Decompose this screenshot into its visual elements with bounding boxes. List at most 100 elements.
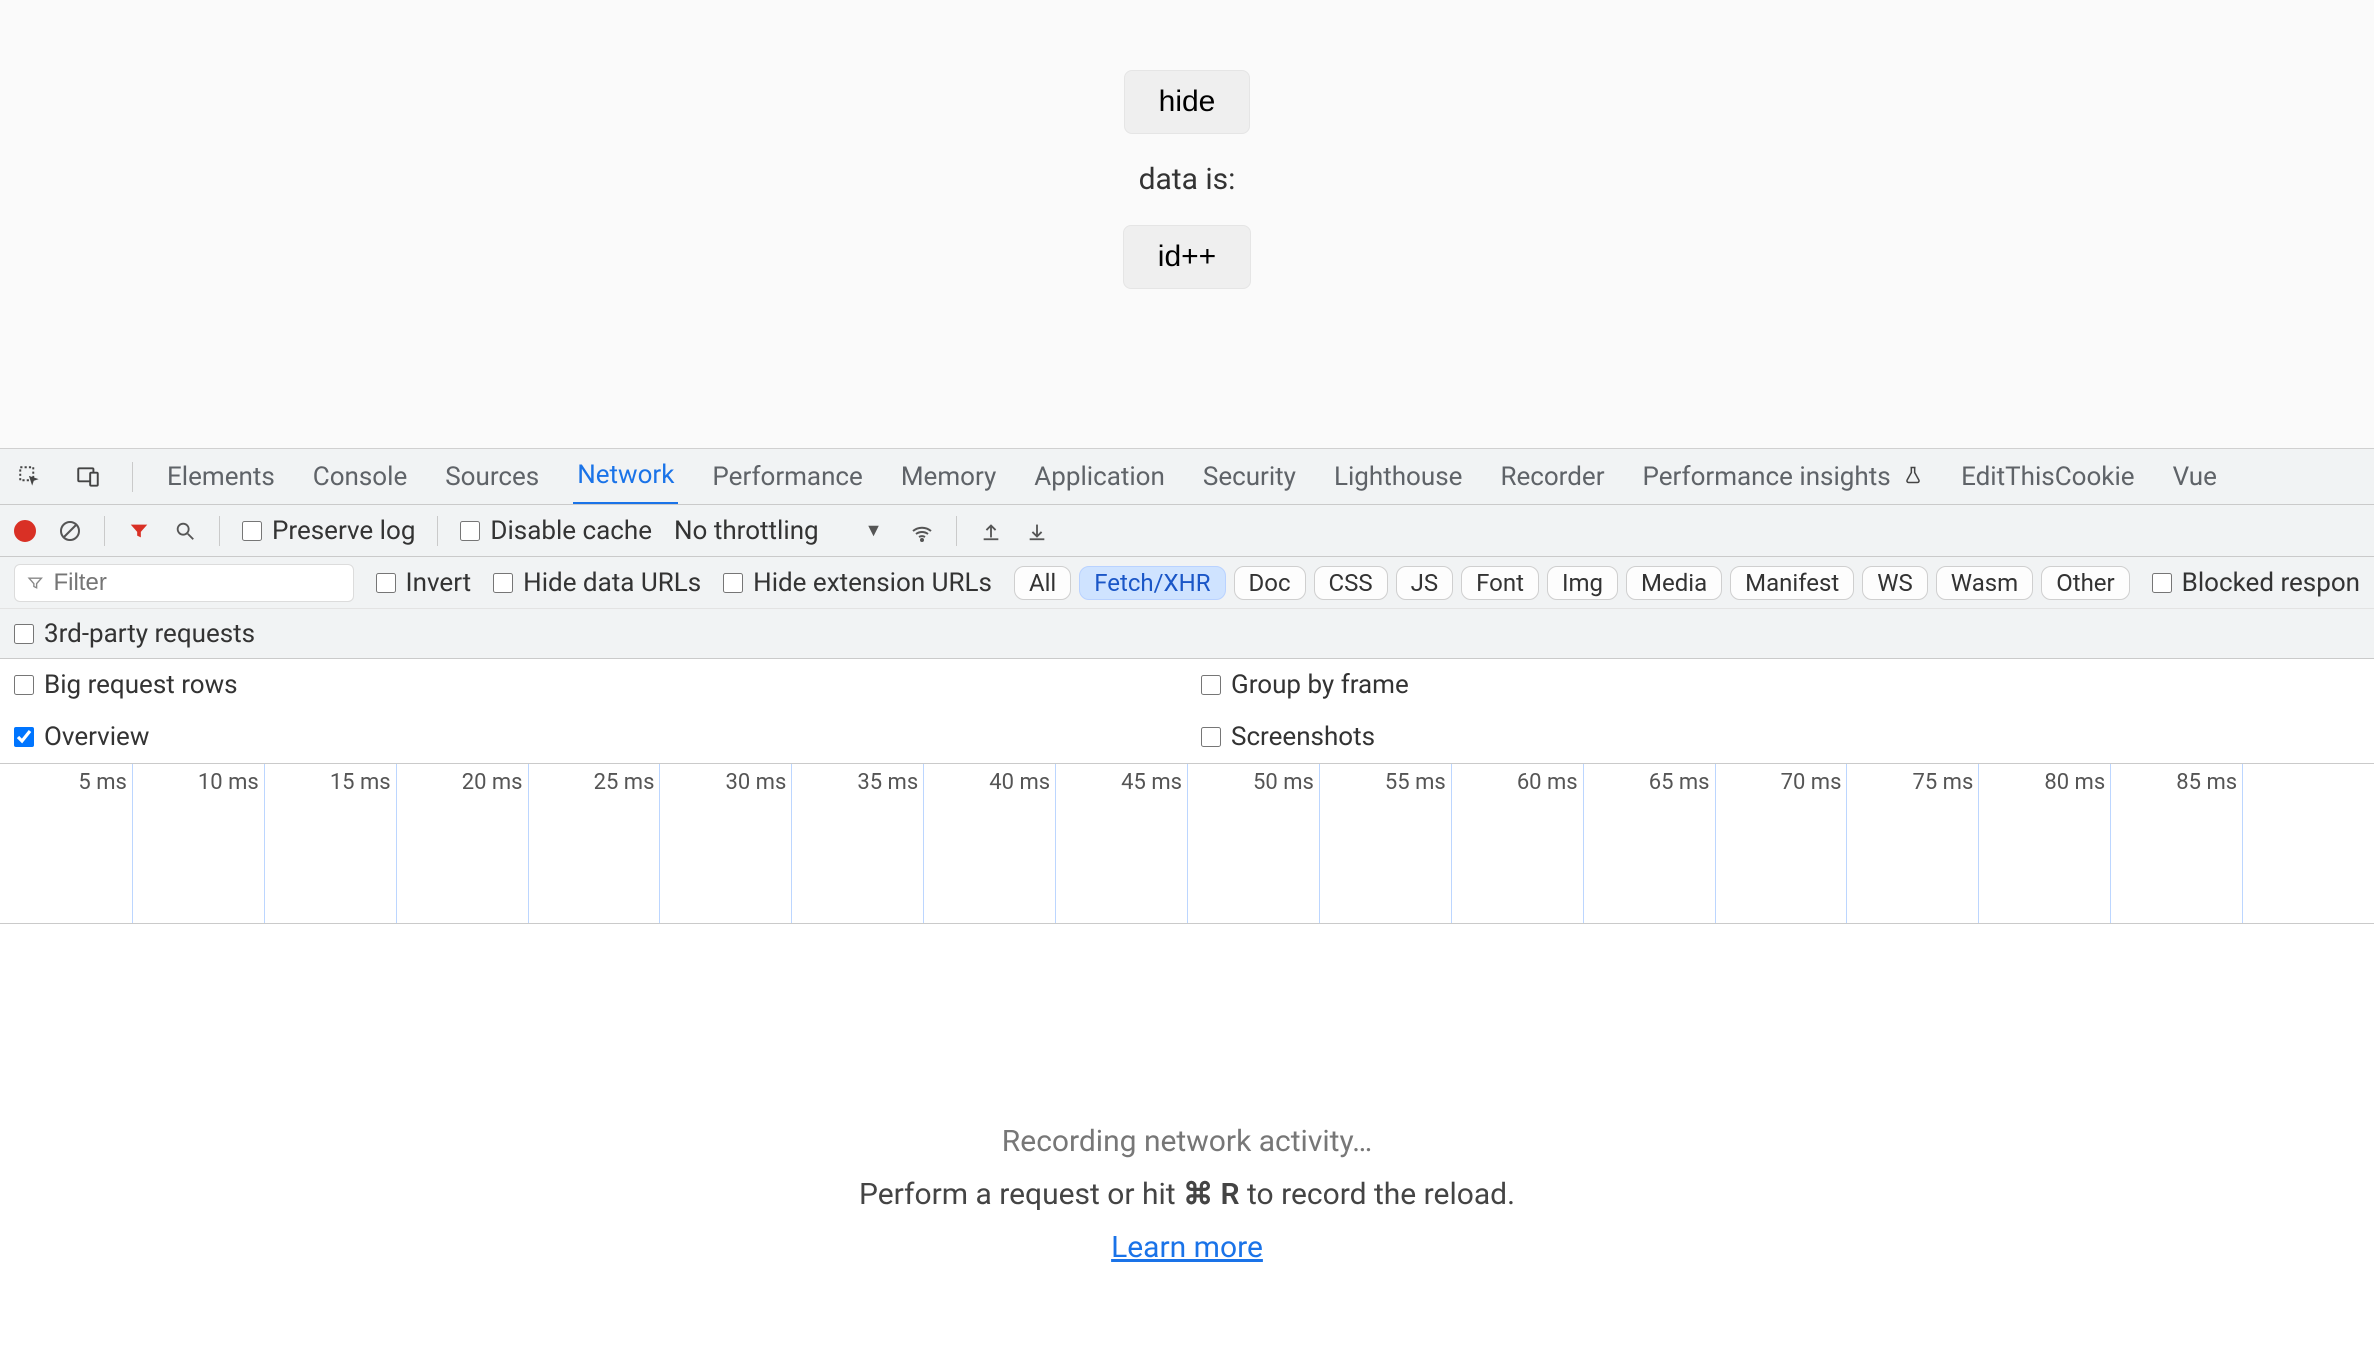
third-party-checkbox[interactable]: 3rd-party requests [14, 619, 255, 649]
timeline-tick-label: 80 ms [2044, 770, 2105, 795]
big-request-rows-checkbox[interactable]: Big request rows [14, 670, 238, 700]
hide-extension-urls-label: Hide extension URLs [753, 568, 992, 598]
tab-vue[interactable]: Vue [2169, 450, 2221, 504]
third-party-input[interactable] [14, 624, 34, 644]
import-har-icon[interactable] [979, 519, 1003, 543]
id-increment-button[interactable]: id++ [1123, 225, 1251, 289]
timeline-tick: 20 ms [528, 764, 529, 923]
learn-more-link[interactable]: Learn more [1111, 1230, 1263, 1265]
third-party-row: 3rd-party requests [0, 609, 2374, 659]
network-conditions-icon[interactable] [910, 519, 934, 543]
record-button[interactable] [14, 520, 36, 542]
export-har-icon[interactable] [1025, 519, 1049, 543]
group-by-frame-checkbox[interactable]: Group by frame [1201, 670, 1409, 700]
hide-extension-urls-checkbox[interactable]: Hide extension URLs [723, 568, 992, 598]
search-icon[interactable] [173, 519, 197, 543]
preserve-log-checkbox[interactable]: Preserve log [242, 516, 415, 546]
overview-checkbox[interactable]: Overview [14, 722, 149, 752]
timeline-tick: 80 ms [2110, 764, 2111, 923]
timeline-overview[interactable]: 5 ms10 ms15 ms20 ms25 ms30 ms35 ms40 ms4… [0, 764, 2374, 924]
type-filter-pills: All Fetch/XHR Doc CSS JS Font Img Media … [1014, 566, 2130, 600]
tab-security[interactable]: Security [1199, 450, 1300, 504]
timeline-tick-label: 70 ms [1781, 770, 1842, 795]
hide-data-urls-input[interactable] [493, 573, 513, 593]
tab-memory[interactable]: Memory [897, 450, 1000, 504]
network-toolbar: Preserve log Disable cache No throttling… [0, 505, 2374, 557]
overview-input[interactable] [14, 727, 34, 747]
timeline-tick-label: 40 ms [989, 770, 1050, 795]
pill-media[interactable]: Media [1626, 566, 1722, 600]
hide-data-urls-checkbox[interactable]: Hide data URLs [493, 568, 701, 598]
timeline-tick: 15 ms [396, 764, 397, 923]
tab-recorder[interactable]: Recorder [1496, 450, 1608, 504]
tab-elements[interactable]: Elements [163, 450, 279, 504]
filter-toggle-icon[interactable] [127, 519, 151, 543]
tab-performance-insights[interactable]: Performance insights [1639, 450, 1928, 504]
disable-cache-checkbox[interactable]: Disable cache [460, 516, 652, 546]
invert-checkbox[interactable]: Invert [376, 568, 472, 598]
separator [132, 462, 133, 492]
timeline-tick: 50 ms [1319, 764, 1320, 923]
blocked-responses-input[interactable] [2152, 573, 2172, 593]
hide-extension-urls-input[interactable] [723, 573, 743, 593]
pill-wasm[interactable]: Wasm [1936, 566, 2033, 600]
group-by-frame-input[interactable] [1201, 675, 1221, 695]
tab-application[interactable]: Application [1030, 450, 1169, 504]
pill-manifest[interactable]: Manifest [1730, 566, 1854, 600]
screenshots-checkbox[interactable]: Screenshots [1201, 722, 1375, 752]
timeline-tick: 60 ms [1583, 764, 1584, 923]
pill-other[interactable]: Other [2041, 566, 2129, 600]
tab-console[interactable]: Console [309, 450, 411, 504]
device-toolbar-icon[interactable] [74, 463, 102, 491]
pill-css[interactable]: CSS [1314, 566, 1388, 600]
timeline-tick-label: 5 ms [78, 770, 126, 795]
inspect-element-icon[interactable] [16, 463, 44, 491]
timeline-tick-label: 20 ms [462, 770, 523, 795]
big-request-rows-label: Big request rows [44, 670, 238, 700]
blocked-responses-checkbox[interactable]: Blocked respon [2152, 568, 2360, 598]
disable-cache-input[interactable] [460, 521, 480, 541]
kbd-shortcut: ⌘ R [1183, 1177, 1240, 1212]
invert-input[interactable] [376, 573, 396, 593]
big-request-rows-input[interactable] [14, 675, 34, 695]
tab-lighthouse[interactable]: Lighthouse [1330, 450, 1466, 504]
pill-all[interactable]: All [1014, 566, 1071, 600]
third-party-label: 3rd-party requests [44, 619, 255, 649]
recording-hint: Perform a request or hit ⌘ R to record t… [859, 1177, 1515, 1212]
pill-ws[interactable]: WS [1862, 566, 1928, 600]
screenshots-input[interactable] [1201, 727, 1221, 747]
timeline-tick: 85 ms [2242, 764, 2243, 923]
disable-cache-label: Disable cache [490, 516, 652, 546]
screenshots-label: Screenshots [1231, 722, 1375, 752]
timeline-tick-label: 60 ms [1517, 770, 1578, 795]
network-empty-state: Recording network activity… Perform a re… [0, 924, 2374, 1358]
clear-icon[interactable] [58, 519, 82, 543]
tab-performance[interactable]: Performance [708, 450, 866, 504]
overview-label: Overview [44, 722, 149, 752]
filter-bar: Invert Hide data URLs Hide extension URL… [0, 557, 2374, 609]
tab-sources[interactable]: Sources [441, 450, 543, 504]
hide-button[interactable]: hide [1124, 70, 1251, 134]
pill-doc[interactable]: Doc [1234, 566, 1306, 600]
timeline-tick-label: 45 ms [1121, 770, 1182, 795]
pill-font[interactable]: Font [1461, 566, 1539, 600]
web-page-area: hide data is: id++ [0, 0, 2374, 449]
filter-input-wrap[interactable] [14, 564, 354, 602]
timeline-tick-label: 75 ms [1912, 770, 1973, 795]
timeline-tick: 40 ms [1055, 764, 1056, 923]
filter-input[interactable] [53, 569, 340, 597]
timeline-tick: 35 ms [923, 764, 924, 923]
pill-fetch-xhr[interactable]: Fetch/XHR [1079, 566, 1225, 600]
group-by-frame-label: Group by frame [1231, 670, 1409, 700]
tab-network[interactable]: Network [573, 449, 678, 505]
throttling-select[interactable]: No throttling ▼ [674, 516, 888, 546]
timeline-tick: 55 ms [1451, 764, 1452, 923]
pill-js[interactable]: JS [1396, 566, 1454, 600]
flask-icon [1903, 462, 1923, 492]
pill-img[interactable]: Img [1547, 566, 1618, 600]
tab-editthiscookie[interactable]: EditThisCookie [1957, 450, 2138, 504]
preserve-log-input[interactable] [242, 521, 262, 541]
timeline-tick-label: 50 ms [1253, 770, 1314, 795]
recording-title: Recording network activity… [1002, 1124, 1372, 1159]
timeline-tick-label: 15 ms [330, 770, 391, 795]
